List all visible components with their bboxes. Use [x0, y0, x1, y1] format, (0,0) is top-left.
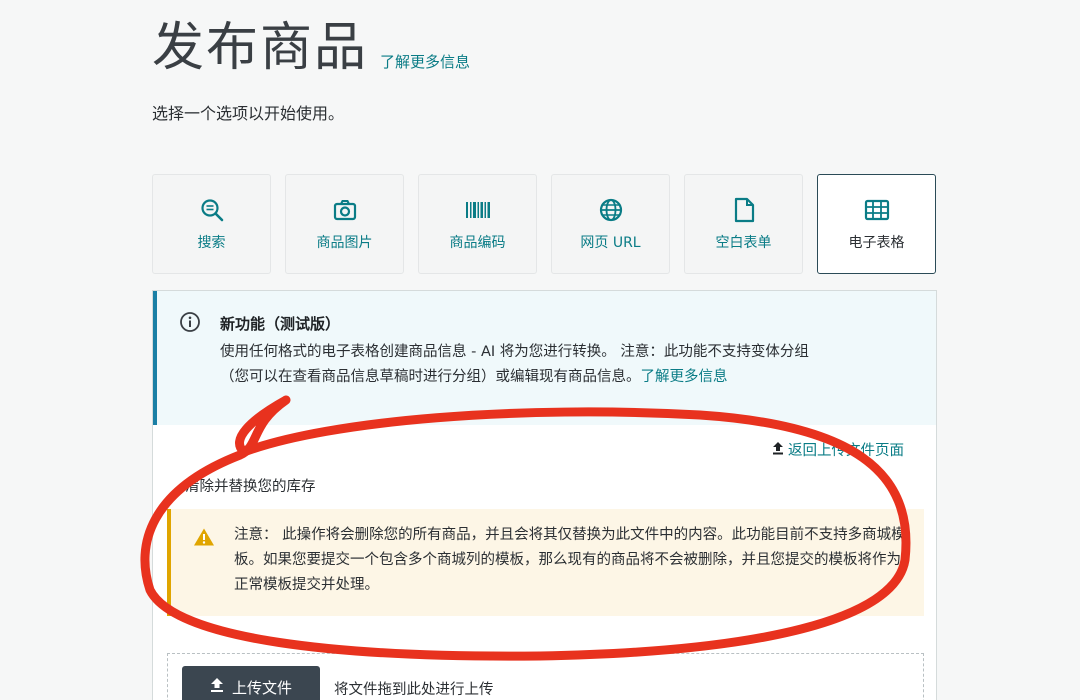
spreadsheet-panel: 新功能（测试版） 使用任何格式的电子表格创建商品信息 - AI 将为您进行转换。… [152, 290, 937, 700]
option-label: 电子表格 [848, 235, 905, 251]
section-label: 清除并替换您的库存 [185, 479, 316, 495]
info-text: 使用任何格式的电子表格创建商品信息 - AI 将为您进行转换。 注意：此功能不支… [220, 340, 920, 390]
upload-arrow-icon [772, 441, 784, 459]
option-label: 商品图片 [316, 235, 373, 251]
document-icon [730, 196, 758, 224]
info-icon [179, 311, 201, 333]
globe-icon [597, 196, 625, 224]
camera-icon [331, 196, 359, 224]
option-label: 空白表单 [715, 235, 772, 251]
warning-icon [193, 527, 215, 547]
option-label: 网页 URL [580, 235, 641, 251]
back-to-upload-link[interactable]: 返回上传文件页面 [772, 439, 904, 460]
spreadsheet-icon [863, 196, 891, 224]
option-product-image[interactable]: 商品图片 [285, 174, 404, 274]
option-label: 商品编码 [449, 235, 506, 251]
page-title: 发布商品 [152, 18, 369, 78]
option-spreadsheet[interactable]: 电子表格 [817, 174, 936, 274]
option-blank-form[interactable]: 空白表单 [684, 174, 803, 274]
search-icon [198, 196, 226, 224]
warning-text: 注意： 此操作将会删除您的所有商品，并且会将其仅替换为此文件中的内容。此功能目前… [234, 527, 906, 593]
info-text-line-2-wrap: （您可以在查看商品信息草稿时进行分组）或编辑现有商品信息。了解更多信息 [220, 365, 920, 390]
info-title: 新功能（测试版） [220, 315, 341, 333]
upload-icon [210, 677, 224, 697]
learn-more-link[interactable]: 了解更多信息 [380, 51, 470, 72]
info-alert: 新功能（测试版） 使用任何格式的电子表格创建商品信息 - AI 将为您进行转换。… [153, 291, 936, 425]
warning-alert: 注意： 此操作将会删除您的所有商品，并且会将其仅替换为此文件中的内容。此功能目前… [167, 509, 924, 616]
info-text-line-2: （您可以在查看商品信息草稿时进行分组）或编辑现有商品信息。 [220, 369, 641, 385]
barcode-icon [464, 196, 492, 224]
info-learn-more-link[interactable]: 了解更多信息 [641, 369, 728, 385]
option-product-code[interactable]: 商品编码 [418, 174, 537, 274]
option-cards: 搜索 商品图片 商品编码 网页 URL 空白表单 电子表格 [152, 174, 936, 274]
upload-file-button[interactable]: 上传文件 [182, 666, 320, 700]
page-header: 发布商品 了解更多信息 [152, 16, 470, 80]
drop-hint: 将文件拖到此处进行上传 [334, 682, 494, 698]
option-search[interactable]: 搜索 [152, 174, 271, 274]
option-label: 搜索 [197, 235, 226, 251]
upload-drop-zone[interactable]: 上传文件 将文件拖到此处进行上传 [167, 653, 924, 700]
option-web-url[interactable]: 网页 URL [551, 174, 670, 274]
back-link-label: 返回上传文件页面 [788, 443, 904, 459]
page-subtitle: 选择一个选项以开始使用。 [152, 104, 345, 123]
info-text-line-1: 使用任何格式的电子表格创建商品信息 - AI 将为您进行转换。 注意：此功能不支… [220, 344, 809, 360]
upload-button-label: 上传文件 [231, 678, 292, 697]
